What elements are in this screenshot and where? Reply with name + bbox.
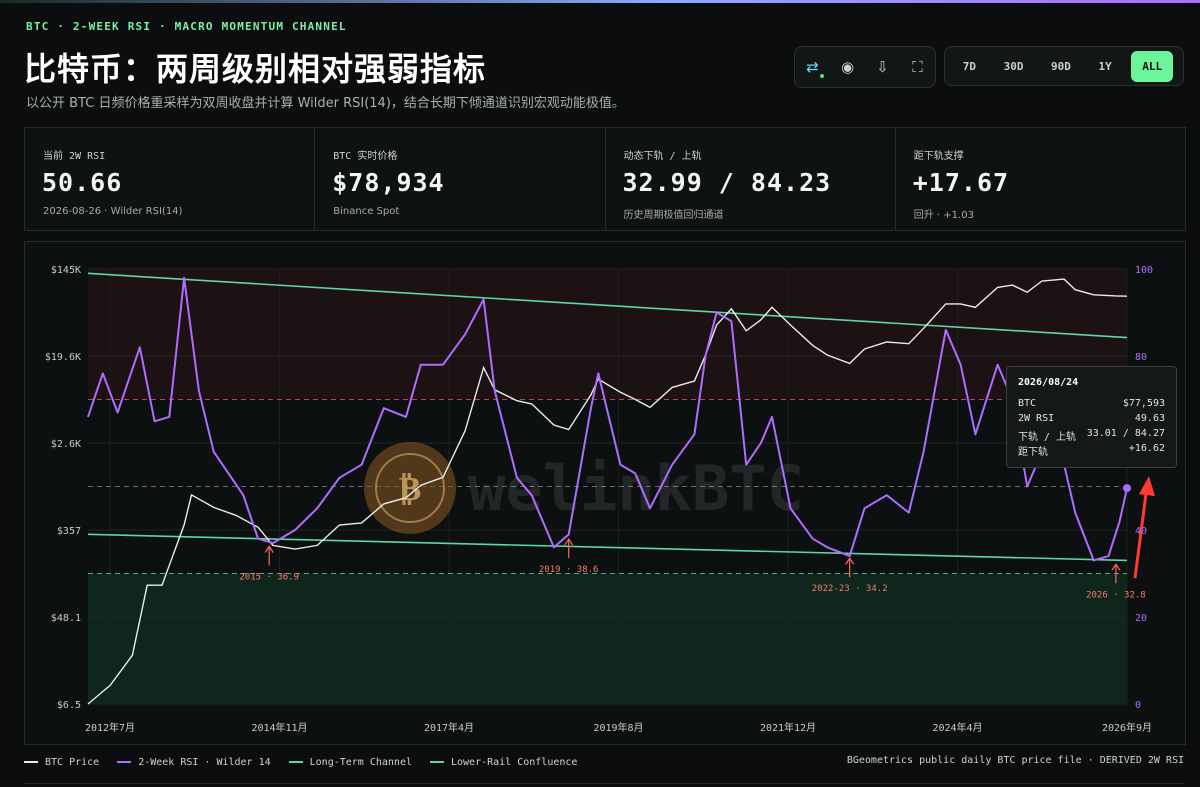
top-accent-bar — [0, 0, 1200, 3]
legend-item-price[interactable]: BTC Price — [24, 757, 99, 768]
page-subtitle: 以公开 BTC 日频价格重采样为双周收盘并计算 Wilder RSI(14)，结… — [26, 96, 625, 111]
x-tick-label: 2014年11月 — [251, 721, 307, 734]
legend-label: Long-Term Channel — [309, 756, 412, 768]
chart-tooltip: 2026/08/24 BTC $77,593 2W RSI 49.63 下轨 /… — [1006, 366, 1177, 468]
tooltip-row: 下轨 / 上轨 33.01 / 84.27 — [1018, 428, 1165, 443]
tooltip-row: 2W RSI 49.63 — [1018, 413, 1165, 424]
tooltip-date: 2026/08/24 — [1018, 377, 1079, 388]
range-1y-button[interactable]: 1Y — [1090, 52, 1119, 81]
y-right-tick-label: 80 — [1135, 352, 1147, 363]
y-left-tick-label: $48.1 — [51, 613, 81, 624]
watermark-coin-symbol: ₿ — [399, 469, 422, 509]
active-dot-icon — [819, 74, 824, 78]
legend-label: BTC Price — [45, 756, 100, 768]
range-7d-button[interactable]: 7D — [955, 52, 984, 81]
y-left-tick-label: $6.5 — [57, 700, 81, 711]
stat-value: 50.66 — [42, 168, 123, 197]
page-title: 比特币：两周级别相对强弱指标 — [24, 50, 487, 88]
legend-label: 2-Week RSI · Wilder 14 — [138, 756, 271, 768]
stat-note: 2026-08-26 · Wilder RSI(14) — [43, 206, 183, 217]
y-right-tick-label: 40 — [1135, 526, 1147, 537]
bottom-divider — [24, 783, 1184, 784]
x-tick-label: 2021年12月 — [760, 721, 816, 734]
stat-label: BTC 实时价格 — [333, 151, 398, 162]
x-tick-label: 2019年8月 — [593, 721, 643, 734]
stat-card-rsi: 当前 2W RSI 50.66 2026-08-26 · Wilder RSI(… — [25, 128, 316, 230]
x-tick-label: 2026年9月 — [1102, 721, 1152, 734]
stat-value: $78,934 — [332, 168, 445, 197]
stat-card-channel: 动态下轨 / 上轨 32.99 / 84.23 历史周期极值回归通道 — [606, 128, 896, 230]
tooltip-value: 49.63 — [1134, 413, 1165, 424]
y-left-tick-label: $2.6K — [51, 439, 81, 450]
tooltip-value: 33.01 / 84.27 — [1086, 428, 1165, 439]
oversold-zone — [88, 573, 1127, 704]
record-icon[interactable]: ◉ — [834, 53, 862, 81]
tooltip-value: +16.62 — [1128, 443, 1165, 454]
legend-item-channel[interactable]: Long-Term Channel — [288, 756, 412, 768]
stat-label: 距下轨支撑 — [913, 151, 964, 162]
y-right-tick-label: 20 — [1135, 613, 1147, 624]
legend-label: Lower-Rail Confluence — [451, 756, 578, 768]
range-30d-button[interactable]: 30D — [996, 52, 1032, 81]
y-left-tick-label: $19.6K — [45, 352, 81, 363]
channel-line — [87, 533, 1128, 562]
y-left-tick-label: $145K — [51, 265, 81, 276]
fullscreen-icon[interactable]: ⛶ — [904, 53, 932, 81]
x-tick-label: 2024年4月 — [932, 721, 982, 734]
stat-label: 动态下轨 / 上轨 — [623, 151, 702, 162]
rsi-chart[interactable]: ₿ welinkBTC 2015 · 36.9 2019 · 38.6 2022-23 … — [25, 242, 1185, 744]
legend-item-confluence[interactable]: Lower-Rail Confluence — [430, 757, 577, 768]
range-90d-button[interactable]: 90D — [1043, 52, 1079, 81]
stat-note: 回升 · +1.03 — [913, 210, 974, 221]
legend-swatch — [430, 761, 444, 763]
tooltip-label: 距下轨 — [1018, 447, 1048, 458]
rsi-last-point — [1123, 484, 1131, 493]
watermark-text: welinkBTC — [468, 452, 804, 525]
stat-card-distance: 距下轨支撑 +17.67 回升 · +1.03 — [896, 128, 1185, 230]
legend-swatch — [24, 761, 38, 763]
eyebrow-label: BTC · 2-WEEK RSI · MACRO MOMENTUM CHANNE… — [26, 20, 347, 33]
y-right-tick-label: 100 — [1135, 265, 1153, 276]
y-right-tick-label: 0 — [1135, 700, 1141, 711]
tooltip-label: BTC — [1018, 398, 1037, 409]
stat-label: 当前 2W RSI — [43, 151, 106, 162]
annotation-label: 2019 · 38.6 — [539, 565, 599, 575]
chart-toolbar: ⇄ ◉ ⇩ ⛶ — [794, 46, 936, 88]
range-selector: 7D 30D 90D 1Y ALL — [944, 46, 1184, 86]
range-all-button[interactable]: ALL — [1131, 50, 1174, 82]
stat-value: 32.99 / 84.23 — [622, 168, 832, 197]
legend-swatch — [117, 761, 132, 763]
download-icon[interactable]: ⇩ — [869, 53, 897, 81]
tooltip-label: 2W RSI — [1018, 413, 1055, 424]
data-source-note: BGeometrics public daily BTC price file … — [846, 755, 1184, 766]
x-tick-label: 2012年7月 — [85, 721, 135, 734]
stat-card-price: BTC 实时价格 $78,934 Binance Spot — [315, 128, 606, 230]
stat-value: +17.67 — [912, 168, 1010, 197]
annotation-label: 2022-23 · 34.2 — [812, 584, 888, 594]
tooltip-value: $77,593 — [1122, 398, 1165, 409]
chart-panel[interactable]: ₿ welinkBTC 2015 · 36.9 2019 · 38.6 2022-23 … — [24, 241, 1186, 745]
legend-swatch — [288, 761, 303, 763]
tooltip-row: BTC $77,593 — [1018, 398, 1165, 409]
y-left-tick-label: $357 — [57, 526, 81, 537]
tooltip-label: 下轨 / 上轨 — [1018, 432, 1077, 443]
tooltip-row: 距下轨 +16.62 — [1018, 443, 1165, 458]
overbought-zone — [88, 269, 1127, 400]
annotation-label: 2015 · 36.9 — [239, 572, 299, 582]
pointer-arrowhead-icon — [1139, 476, 1155, 497]
swap-icon[interactable]: ⇄ — [799, 53, 827, 81]
stat-note: Binance Spot — [333, 206, 400, 217]
annotation-label: 2026 · 32.8 — [1086, 590, 1146, 600]
stat-note: 历史周期极值回归通道 — [623, 210, 724, 221]
legend-item-rsi[interactable]: 2-Week RSI · Wilder 14 — [117, 756, 271, 768]
x-tick-label: 2017年4月 — [424, 721, 474, 734]
chart-legend: BTC Price 2-Week RSI · Wilder 14 Long-Te… — [24, 750, 1184, 774]
stats-panel: 当前 2W RSI 50.66 2026-08-26 · Wilder RSI(… — [24, 127, 1186, 231]
